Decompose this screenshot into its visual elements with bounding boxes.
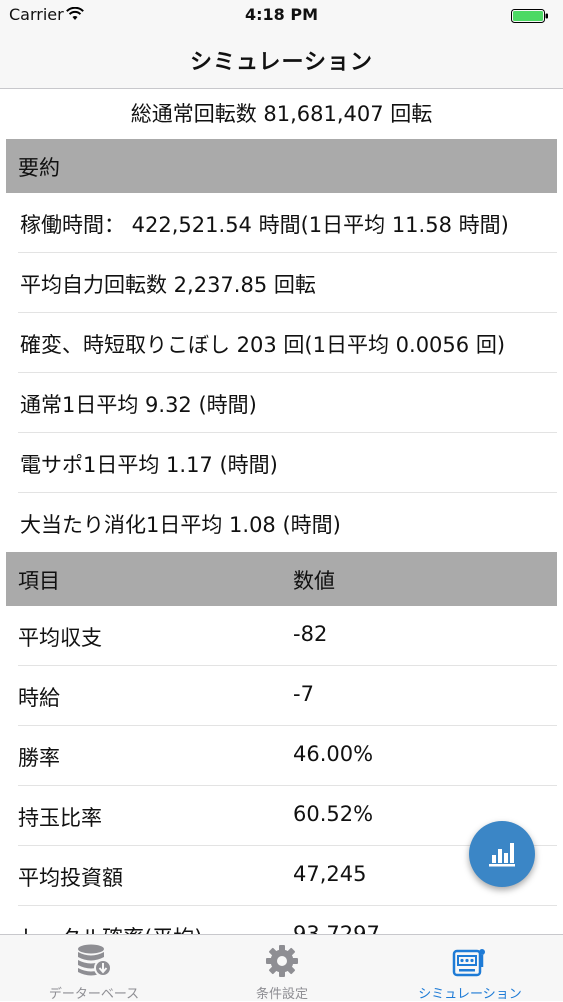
summary-row: 電サポ1日平均 1.17 (時間) <box>18 433 557 493</box>
metric-label: 時給 <box>18 686 60 710</box>
summary-text: 電サポ1日平均 1.17 (時間) <box>20 453 278 477</box>
tab-bar: データーベース 条件設定 シミュレーション <box>0 934 563 1002</box>
metric-value: 93.7297 <box>293 922 380 934</box>
page-title: シミュレーション <box>189 50 374 75</box>
database-icon <box>75 943 113 979</box>
metric-value: 60.52% <box>293 802 374 826</box>
summary-text: 稼働時間： 422,521.54 時間(1日平均 11.58 時間) <box>20 213 509 237</box>
metrics-header-value: 数値 <box>293 569 335 593</box>
tab-label: データーベース <box>48 987 140 1002</box>
summary-text: 通常1日平均 9.32 (時間) <box>20 393 257 417</box>
tab-settings[interactable]: 条件設定 <box>188 935 376 1002</box>
metric-value: 47,245 <box>293 862 367 886</box>
summary-text: 平均自力回転数 2,237.85 回転 <box>20 273 316 297</box>
tab-label: 条件設定 <box>255 987 308 1002</box>
metric-label: トータル確率(平均) <box>18 922 202 934</box>
bar-chart-icon <box>489 843 515 867</box>
total-spins: 総通常回転数 81,681,407 回転 <box>130 102 433 126</box>
metric-label: 平均収支 <box>18 626 102 650</box>
tab-simulation[interactable]: シミュレーション <box>376 935 563 1002</box>
metric-value: 46.00% <box>293 742 374 766</box>
slot-machine-icon <box>451 943 489 979</box>
metric-row: 時給 -7 <box>18 666 557 726</box>
gear-icon <box>263 943 301 979</box>
metric-row: トータル確率(平均) 93.7297 <box>18 906 557 934</box>
metric-value: -82 <box>293 622 328 646</box>
summary-section-header: 要約 <box>6 139 557 193</box>
navigation-bar: シミュレーション <box>0 30 563 89</box>
summary-row: 稼働時間： 422,521.54 時間(1日平均 11.58 時間) <box>18 193 557 253</box>
tab-label: シミュレーション <box>418 987 522 1002</box>
metric-row: 平均収支 -82 <box>18 606 557 666</box>
battery-icon <box>511 8 549 23</box>
metric-label: 持玉比率 <box>18 806 102 830</box>
summary-row: 大当たり消化1日平均 1.08 (時間) <box>18 493 557 552</box>
metric-row: 勝率 46.00% <box>18 726 557 786</box>
metrics-header-item: 項目 <box>18 569 60 593</box>
metric-label: 平均投資額 <box>18 866 123 890</box>
summary-row: 平均自力回転数 2,237.85 回転 <box>18 253 557 313</box>
summary-row: 通常1日平均 9.32 (時間) <box>18 373 557 433</box>
simulation-results[interactable]: 総通常回転数 81,681,407 回転 要約 稼働時間： 422,521.54… <box>0 89 563 934</box>
tab-database[interactable]: データーベース <box>0 935 188 1002</box>
metrics-section-header: 項目 数値 <box>6 552 557 606</box>
status-bar: Carrier 4:18 PM <box>0 0 563 30</box>
metric-label: 勝率 <box>18 746 60 770</box>
summary-row: 確変、時短取りこぼし 203 回(1日平均 0.0056 回) <box>18 313 557 373</box>
metric-value: -7 <box>293 682 314 706</box>
summary-text: 確変、時短取りこぼし 203 回(1日平均 0.0056 回) <box>20 333 506 357</box>
chart-fab-button[interactable] <box>469 821 535 887</box>
status-time: 4:18 PM <box>244 5 318 24</box>
summary-text: 大当たり消化1日平均 1.08 (時間) <box>20 513 341 537</box>
summary-header-label: 要約 <box>18 156 60 180</box>
